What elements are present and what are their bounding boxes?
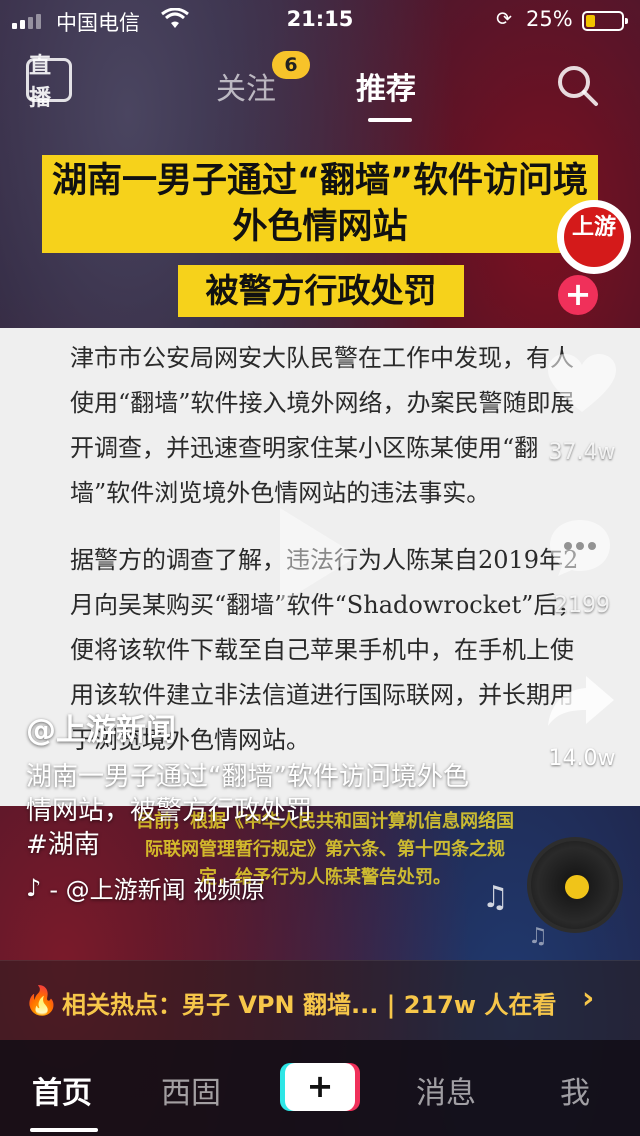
music-info[interactable]: ♪ - @上游新闻 视频原 (26, 870, 265, 905)
live-label: 直播 (29, 54, 52, 111)
share-count: 14.0w (548, 746, 616, 771)
description-text: 湖南一男子通过“翻墙”软件访问境外色情网站，被警方行政处罚 (26, 762, 469, 826)
video-subhead: 被警方行政处罚 (178, 265, 464, 317)
music-note-icon: ♫ (528, 924, 548, 949)
hot-topic-bar[interactable]: 🔥 相关热点：男子 VPN 翻墙... | 217w 人在看 › (0, 960, 640, 1040)
battery-icon (582, 11, 628, 31)
tab-home[interactable]: 首页 (32, 1068, 92, 1112)
avatar-text: 上游 (564, 207, 624, 267)
share-icon[interactable] (546, 672, 616, 728)
create-button[interactable]: + (285, 1063, 355, 1111)
author-name[interactable]: @上游新闻 (26, 705, 176, 749)
tab-underline (368, 118, 412, 122)
battery-percent: 25% (526, 7, 573, 31)
live-button[interactable]: 直播 (26, 54, 72, 111)
video-headline: 湖南一男子通过“翻墙”软件访问境外色情网站 (42, 155, 598, 253)
hashtag-link[interactable]: #湖南 (26, 828, 486, 862)
music-disc[interactable] (527, 837, 623, 933)
search-icon[interactable] (556, 64, 598, 106)
status-bar: 中国电信 21:15 ⟳ 25% (0, 0, 640, 40)
rotation-lock-icon: ⟳ (496, 8, 512, 30)
tab-messages[interactable]: 消息 (416, 1068, 476, 1112)
tab-city[interactable]: 西固 (161, 1068, 221, 1112)
play-icon[interactable] (280, 508, 358, 604)
tab-recommend[interactable]: 推荐 (356, 64, 416, 108)
tiktok-icon: ♪ (26, 873, 42, 902)
follow-plus-button[interactable]: + (558, 275, 598, 315)
home-tab-indicator (30, 1128, 98, 1132)
chevron-right-icon: › (582, 981, 595, 1016)
doc-paragraph: 津市市公安局网安大队民警在工作中发现，有人使用“翻墙”软件接入境外网络，办案民警… (70, 344, 575, 507)
music-note-icon: ♫ (482, 880, 509, 915)
hot-topic-text: 相关热点：男子 VPN 翻墙... | 217w 人在看 (62, 991, 557, 1019)
comment-icon[interactable] (546, 516, 614, 580)
comment-count: 2199 (554, 593, 610, 618)
tab-me[interactable]: 我 (560, 1068, 590, 1112)
video-description: 湖南一男子通过“翻墙”软件访问境外色情网站，被警方行政处罚 #湖南 (26, 760, 486, 862)
like-icon[interactable] (546, 352, 618, 416)
bottom-tab-bar: 首页 西固 + 消息 我 (0, 1040, 640, 1136)
music-title: - @上游新闻 视频原 (49, 876, 266, 904)
tab-follow[interactable]: 关注 (216, 64, 276, 108)
follow-badge: 6 (272, 51, 310, 79)
author-avatar[interactable]: 上游 (557, 200, 631, 274)
like-count: 37.4w (548, 440, 616, 465)
flame-icon: 🔥 (24, 984, 59, 1017)
